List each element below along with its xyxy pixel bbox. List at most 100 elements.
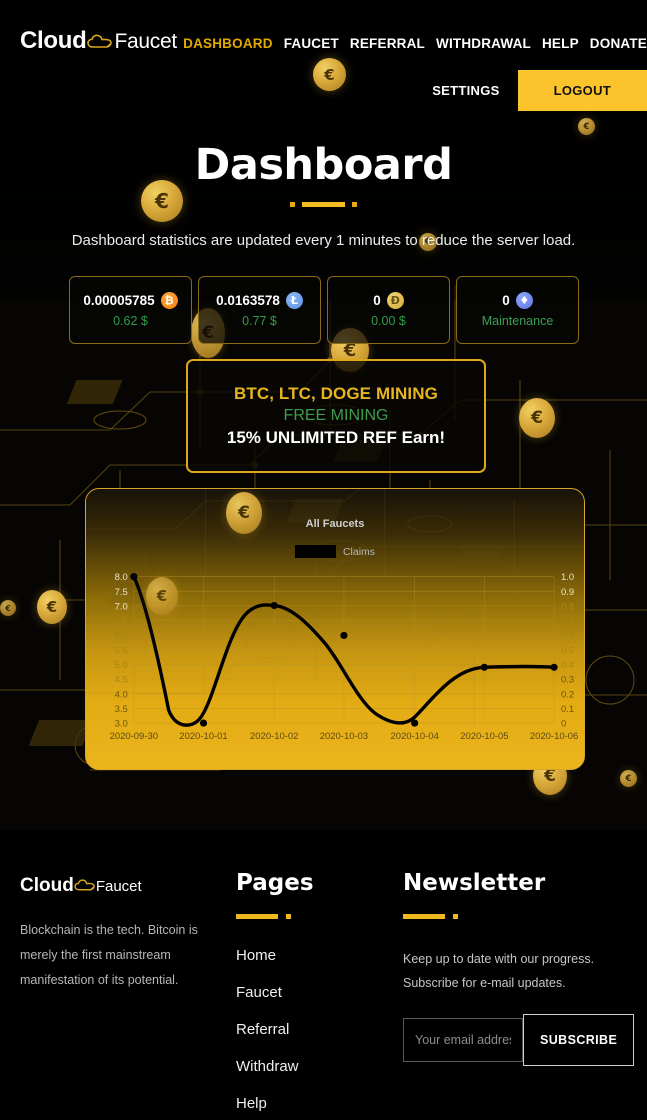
footer-pages-column: Pages Home Faucet Referral Withdraw Help…: [236, 870, 314, 1120]
balance-card-btc[interactable]: 0.00005785 ₿ 0.62 $: [69, 276, 192, 344]
svg-text:0.5: 0.5: [561, 645, 574, 656]
svg-text:7.5: 7.5: [115, 587, 128, 598]
balance-amount: 0.00005785: [83, 293, 155, 308]
divider-dot: [453, 914, 458, 919]
page-title: Dashboard: [194, 140, 453, 190]
footer-heading-divider: [403, 914, 633, 919]
svg-text:2020-10-04: 2020-10-04: [390, 731, 438, 742]
promo-line-free: FREE MINING: [283, 407, 389, 424]
svg-text:0.3: 0.3: [561, 675, 574, 686]
svg-text:0.8: 0.8: [561, 601, 574, 612]
svg-text:2020-10-06: 2020-10-06: [530, 731, 578, 742]
svg-text:4.5: 4.5: [115, 675, 128, 686]
email-field[interactable]: [403, 1018, 523, 1062]
divider-bar: [236, 914, 278, 919]
svg-text:2020-10-02: 2020-10-02: [250, 731, 298, 742]
promo-banner[interactable]: BTC, LTC, DOGE MINING FREE MINING 15% UN…: [186, 359, 486, 473]
nav-item-help[interactable]: HELP: [542, 36, 579, 51]
svg-text:2020-10-05: 2020-10-05: [460, 731, 508, 742]
promo-line-mining: BTC, LTC, DOGE MINING: [234, 384, 438, 403]
svg-text:3.5: 3.5: [115, 704, 128, 715]
nav-item-settings[interactable]: SETTINGS: [414, 70, 517, 111]
promo-line-referral: 15% UNLIMITED REF Earn!: [226, 428, 446, 447]
svg-text:5.0: 5.0: [115, 660, 128, 671]
footer-newsletter-column: Newsletter Keep up to date with our prog…: [403, 870, 635, 1066]
decorative-coin: €: [146, 577, 178, 615]
footer-about-text: Blockchain is the tech. Bitcoin is merel…: [20, 923, 198, 987]
footer-link-home[interactable]: Home: [236, 947, 314, 964]
logo-text-primary: Cloud: [20, 27, 87, 54]
balance-card-ltc[interactable]: 0.0163578 Ł 0.77 $: [198, 276, 321, 344]
footer-heading-divider: [236, 914, 314, 919]
balance-usd: 0.77 $: [242, 314, 277, 328]
dogecoin-icon: Ð: [386, 292, 404, 309]
svg-text:0.7: 0.7: [561, 616, 574, 627]
primary-navigation: DASHBOARD FAUCET REFERRAL WITHDRAWAL HEL…: [183, 36, 647, 51]
balance-amount-row: 0 Ð: [373, 292, 404, 309]
legend-swatch-claims: [294, 545, 336, 558]
decorative-coin: €: [0, 600, 16, 616]
footer-logo-primary: Cloud: [20, 875, 74, 896]
decorative-coin: €: [519, 398, 555, 438]
balance-amount-row: 0 ♦: [502, 292, 533, 309]
svg-text:3.0: 3.0: [115, 719, 128, 730]
page-subtitle: Dashboard statistics are updated every 1…: [71, 232, 576, 249]
balance-amount-row: 0.0163578 Ł: [216, 292, 303, 309]
footer-logo[interactable]: Cloud Faucet: [20, 875, 142, 897]
footer-link-faucet[interactable]: Faucet: [236, 984, 314, 1001]
title-divider: [0, 202, 647, 207]
balance-amount: 0: [373, 293, 381, 308]
secondary-navigation: SETTINGS LOGOUT: [414, 70, 647, 111]
site-header: Cloud Faucet DASHBOARD FAUCET REFERRAL WI…: [0, 0, 647, 120]
svg-text:8.0: 8.0: [115, 572, 128, 583]
ethereum-icon: ♦: [515, 292, 533, 309]
site-logo[interactable]: Cloud Faucet: [20, 27, 177, 58]
balance-usd: 0.00 $: [371, 314, 406, 328]
svg-text:2020-10-03: 2020-10-03: [320, 731, 368, 742]
balance-amount-row: 0.00005785 ₿: [83, 292, 178, 309]
cloud-icon: [87, 30, 113, 58]
hero-section: € € € € € € € € € € € CloudFaucet DASHBO…: [0, 0, 647, 830]
svg-text:1.0: 1.0: [561, 572, 574, 583]
footer-pages-heading: Pages: [236, 870, 314, 896]
site-footer: Cloud Faucet Blockchain is the tech. Bitc…: [0, 830, 647, 1120]
balance-card-doge[interactable]: 0 Ð 0.00 $: [327, 276, 450, 344]
footer-link-withdraw[interactable]: Withdraw: [236, 1058, 314, 1075]
footer-newsletter-heading: Newsletter: [403, 870, 546, 896]
svg-text:6.0: 6.0: [115, 631, 128, 642]
nav-item-withdrawal[interactable]: WITHDRAWAL: [436, 36, 531, 51]
svg-text:0.2: 0.2: [561, 689, 574, 700]
svg-text:0.6: 0.6: [561, 631, 574, 642]
chart-legend[interactable]: Claims: [86, 545, 584, 558]
decorative-coin: €: [578, 118, 595, 135]
footer-link-referral[interactable]: Referral: [236, 1021, 314, 1038]
balance-card-eth[interactable]: 0 ♦ Maintenance: [456, 276, 579, 344]
divider-bar: [302, 202, 345, 207]
nav-item-donate[interactable]: DONATE: [590, 36, 647, 51]
chart-title: All Faucets: [305, 518, 365, 530]
bitcoin-icon: ₿: [160, 292, 178, 309]
divider-bar: [403, 914, 445, 919]
decorative-coin: €: [226, 492, 262, 534]
cloud-icon: [74, 875, 96, 896]
footer-page-links: Home Faucet Referral Withdraw Help Setti…: [236, 947, 314, 1120]
balance-status: Maintenance: [481, 314, 554, 328]
chart-plot: 8.0 7.5 7.0 6.5 6.0 5.5 5.0 4.5 4.0 3.5 …: [110, 572, 579, 742]
litecoin-icon: Ł: [285, 292, 303, 309]
nav-item-dashboard[interactable]: DASHBOARD: [183, 36, 273, 51]
footer-logo-secondary: Faucet: [95, 878, 142, 895]
nav-item-faucet[interactable]: FAUCET: [284, 36, 339, 51]
svg-text:2020-09-30: 2020-09-30: [110, 731, 158, 742]
claims-chart-card: All Faucets Claims 8.0 7.5 7.0 6.5 6.0 5…: [85, 488, 585, 770]
footer-link-help[interactable]: Help: [236, 1095, 314, 1112]
logo-text-secondary: Faucet: [114, 30, 177, 53]
decorative-coin: €: [37, 590, 67, 624]
legend-label-claims: Claims: [342, 545, 376, 558]
logout-button[interactable]: LOGOUT: [517, 70, 647, 111]
decorative-coin: €: [620, 770, 637, 787]
svg-text:0.1: 0.1: [561, 704, 574, 715]
subscribe-button[interactable]: SUBSCRIBE: [523, 1014, 635, 1066]
balance-cards: 0.00005785 ₿ 0.62 $ 0.0163578 Ł 0.77 $ 0…: [69, 276, 579, 344]
nav-item-referral[interactable]: REFERRAL: [350, 36, 425, 51]
svg-text:0.4: 0.4: [561, 660, 574, 671]
